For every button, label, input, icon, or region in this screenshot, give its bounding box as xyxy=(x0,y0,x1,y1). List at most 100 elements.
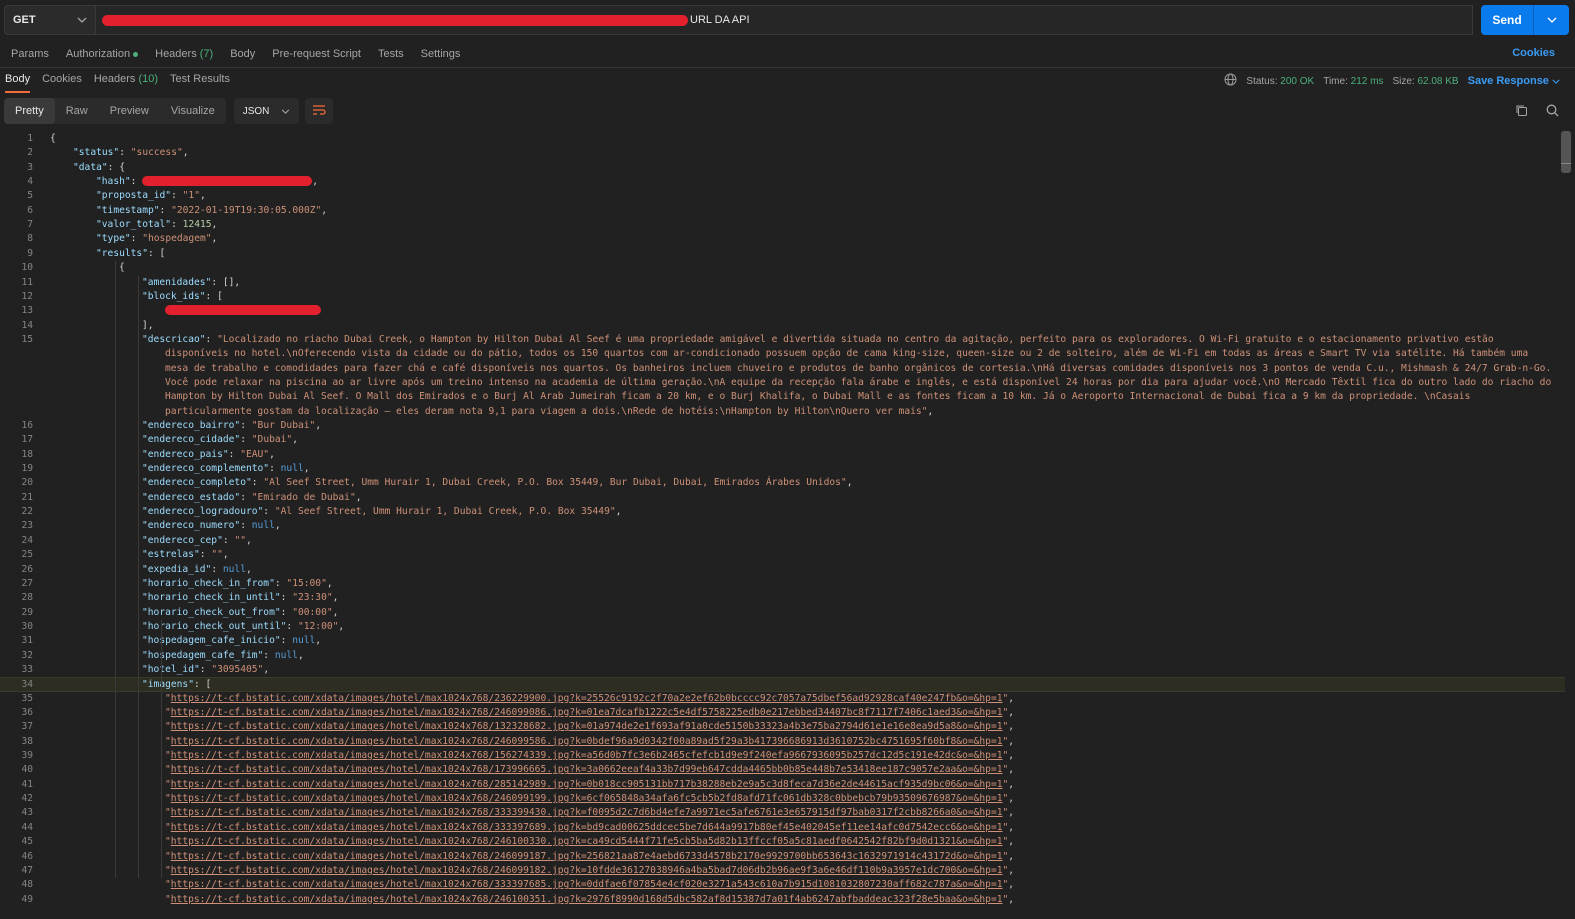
json-token: , xyxy=(846,477,853,489)
indent-guide xyxy=(161,619,162,879)
tab-params[interactable]: Params xyxy=(11,48,49,60)
json-token: : xyxy=(222,534,235,546)
line-number: 37 xyxy=(21,721,33,733)
json-url[interactable]: https://t-cf.bstatic.com/xdata/images/ho… xyxy=(171,693,1003,704)
editor-scrollbar[interactable] xyxy=(1561,131,1571,919)
json-key: "endereco_estado" xyxy=(142,491,241,503)
view-raw[interactable]: Raw xyxy=(55,98,99,124)
code-line: Você pode relaxar na piscina ao ar livre… xyxy=(0,376,1565,390)
code-line: 32 "hospedagem_cafe_fim": null, xyxy=(0,649,1565,663)
json-key: "type" xyxy=(96,233,131,245)
json-token: , xyxy=(355,491,362,503)
scrollbar-thumb[interactable] xyxy=(1561,131,1571,173)
json-token: , xyxy=(1008,893,1015,905)
json-url[interactable]: https://t-cf.bstatic.com/xdata/images/ho… xyxy=(171,807,1003,818)
view-visualize[interactable]: Visualize xyxy=(160,98,226,124)
code-line: 34 "imagens": [ xyxy=(0,677,1565,692)
json-url[interactable]: https://t-cf.bstatic.com/xdata/images/ho… xyxy=(171,750,1003,761)
json-key: "endereco_bairro" xyxy=(142,420,241,431)
json-token: : xyxy=(171,219,183,231)
view-pretty[interactable]: Pretty xyxy=(4,98,55,124)
json-key: "imagens" xyxy=(142,679,194,691)
json-url[interactable]: https://t-cf.bstatic.com/xdata/images/ho… xyxy=(171,721,1003,732)
code-line: Hampton by Hilton Dubai Al Seef. O Mall … xyxy=(0,390,1565,404)
json-token: "EAU" xyxy=(240,448,270,460)
code-content: "endereco_cidade": "Dubai", xyxy=(142,433,298,447)
code-content: "https://t-cf.bstatic.com/xdata/images/h… xyxy=(165,778,1014,792)
send-options-button[interactable] xyxy=(1533,5,1569,35)
json-token: Hampton by Hilton Dubai Al Seef. O Mall … xyxy=(165,391,1471,403)
method-select[interactable]: GET xyxy=(4,5,96,35)
line-number: 31 xyxy=(21,635,33,647)
code-line: 44 "https://t-cf.bstatic.com/xdata/images… xyxy=(0,821,1565,835)
line-number: 26 xyxy=(21,563,33,575)
tab-response-headers[interactable]: Headers (10) xyxy=(94,69,158,93)
response-body-editor[interactable]: 1{2 "status": "success", 3 "data": {4 "hash"… xyxy=(0,131,1575,919)
line-number: 11 xyxy=(21,276,33,288)
json-token: : [ xyxy=(205,290,223,302)
tab-test-results[interactable]: Test Results xyxy=(170,69,230,93)
tab-headers[interactable]: Headers (7) xyxy=(155,48,213,60)
code-line: 18 "endereco_pais": "EAU", xyxy=(0,448,1565,462)
tab-tests[interactable]: Tests xyxy=(378,48,404,60)
tab-authorization[interactable]: Authorization xyxy=(66,48,139,60)
json-token: { xyxy=(119,262,125,274)
line-number: 47 xyxy=(21,864,33,876)
json-key: "hotel_id" xyxy=(142,663,200,675)
json-token: "00:00" xyxy=(292,606,333,618)
search-icon[interactable] xyxy=(1546,104,1559,120)
scroll-marker xyxy=(1561,163,1571,164)
json-key: "horario_check_out_from" xyxy=(142,606,281,618)
json-url[interactable]: https://t-cf.bstatic.com/xdata/images/ho… xyxy=(171,865,1003,876)
json-key: "block_ids" xyxy=(142,290,206,302)
json-token: "Al Seef Street, Umm Hurair 1, Dubai Cre… xyxy=(274,506,616,518)
json-url[interactable]: https://t-cf.bstatic.com/xdata/images/ho… xyxy=(171,851,1003,862)
json-token: "Bur Dubai" xyxy=(251,420,316,431)
json-url[interactable]: https://t-cf.bstatic.com/xdata/images/ho… xyxy=(171,836,1003,847)
json-url[interactable]: https://t-cf.bstatic.com/xdata/images/ho… xyxy=(171,793,1003,804)
json-token: , xyxy=(1008,864,1015,876)
json-token: : { xyxy=(107,161,125,173)
line-number: 13 xyxy=(21,305,33,317)
response-status-bar: Status: 200 OK Time: 212 ms Size: 62.08 … xyxy=(1224,73,1560,89)
line-number: 44 xyxy=(21,821,33,833)
json-url[interactable]: https://t-cf.bstatic.com/xdata/images/ho… xyxy=(171,822,1003,833)
json-token: "15:00" xyxy=(286,577,327,589)
json-url[interactable]: https://t-cf.bstatic.com/xdata/images/ho… xyxy=(171,894,1003,905)
tab-body[interactable]: Body xyxy=(230,48,255,60)
code-content: "https://t-cf.bstatic.com/xdata/images/h… xyxy=(165,706,1014,720)
code-line: 47 "https://t-cf.bstatic.com/xdata/images… xyxy=(0,864,1565,878)
tab-pre-request-script[interactable]: Pre-request Script xyxy=(272,48,361,60)
cookies-link[interactable]: Cookies xyxy=(1512,47,1555,59)
tab-response-body[interactable]: Body xyxy=(5,69,31,93)
code-content xyxy=(165,304,321,318)
copy-icon[interactable] xyxy=(1515,104,1528,120)
wrap-lines-button[interactable] xyxy=(305,98,334,124)
code-content: "https://t-cf.bstatic.com/xdata/images/h… xyxy=(165,763,1014,777)
code-line: 48 "https://t-cf.bstatic.com/xdata/images… xyxy=(0,878,1565,892)
json-key: "timestamp" xyxy=(96,204,160,216)
save-response-button[interactable]: Save Response xyxy=(1468,75,1560,87)
json-token: : xyxy=(228,448,241,460)
code-content: "horario_check_out_until": "12:00", xyxy=(142,620,344,634)
format-select[interactable]: JSON xyxy=(233,98,300,124)
send-button[interactable]: Send xyxy=(1481,5,1533,35)
tab-settings[interactable]: Settings xyxy=(421,48,461,60)
line-number: 25 xyxy=(21,549,33,561)
code-content: "https://t-cf.bstatic.com/xdata/images/h… xyxy=(165,720,1014,734)
json-url[interactable]: https://t-cf.bstatic.com/xdata/images/ho… xyxy=(171,764,1003,775)
view-preview[interactable]: Preview xyxy=(99,98,160,124)
json-token: , xyxy=(1008,692,1015,704)
json-token: : xyxy=(269,463,281,475)
json-url[interactable]: https://t-cf.bstatic.com/xdata/images/ho… xyxy=(171,707,1003,718)
json-key: "expedia_id" xyxy=(142,563,212,575)
json-url[interactable]: https://t-cf.bstatic.com/xdata/images/ho… xyxy=(171,779,1003,790)
json-url[interactable]: https://t-cf.bstatic.com/xdata/images/ho… xyxy=(171,736,1003,747)
code-content: "hospedagem_cafe_inicio": null, xyxy=(142,634,321,648)
url-input[interactable]: URL DA API xyxy=(95,5,1473,35)
tab-response-cookies[interactable]: Cookies xyxy=(42,69,82,93)
globe-icon[interactable] xyxy=(1224,73,1237,89)
json-url[interactable]: https://t-cf.bstatic.com/xdata/images/ho… xyxy=(171,879,1003,890)
json-token: : [ xyxy=(147,247,166,259)
code-line: 39 "https://t-cf.bstatic.com/xdata/images… xyxy=(0,749,1565,763)
